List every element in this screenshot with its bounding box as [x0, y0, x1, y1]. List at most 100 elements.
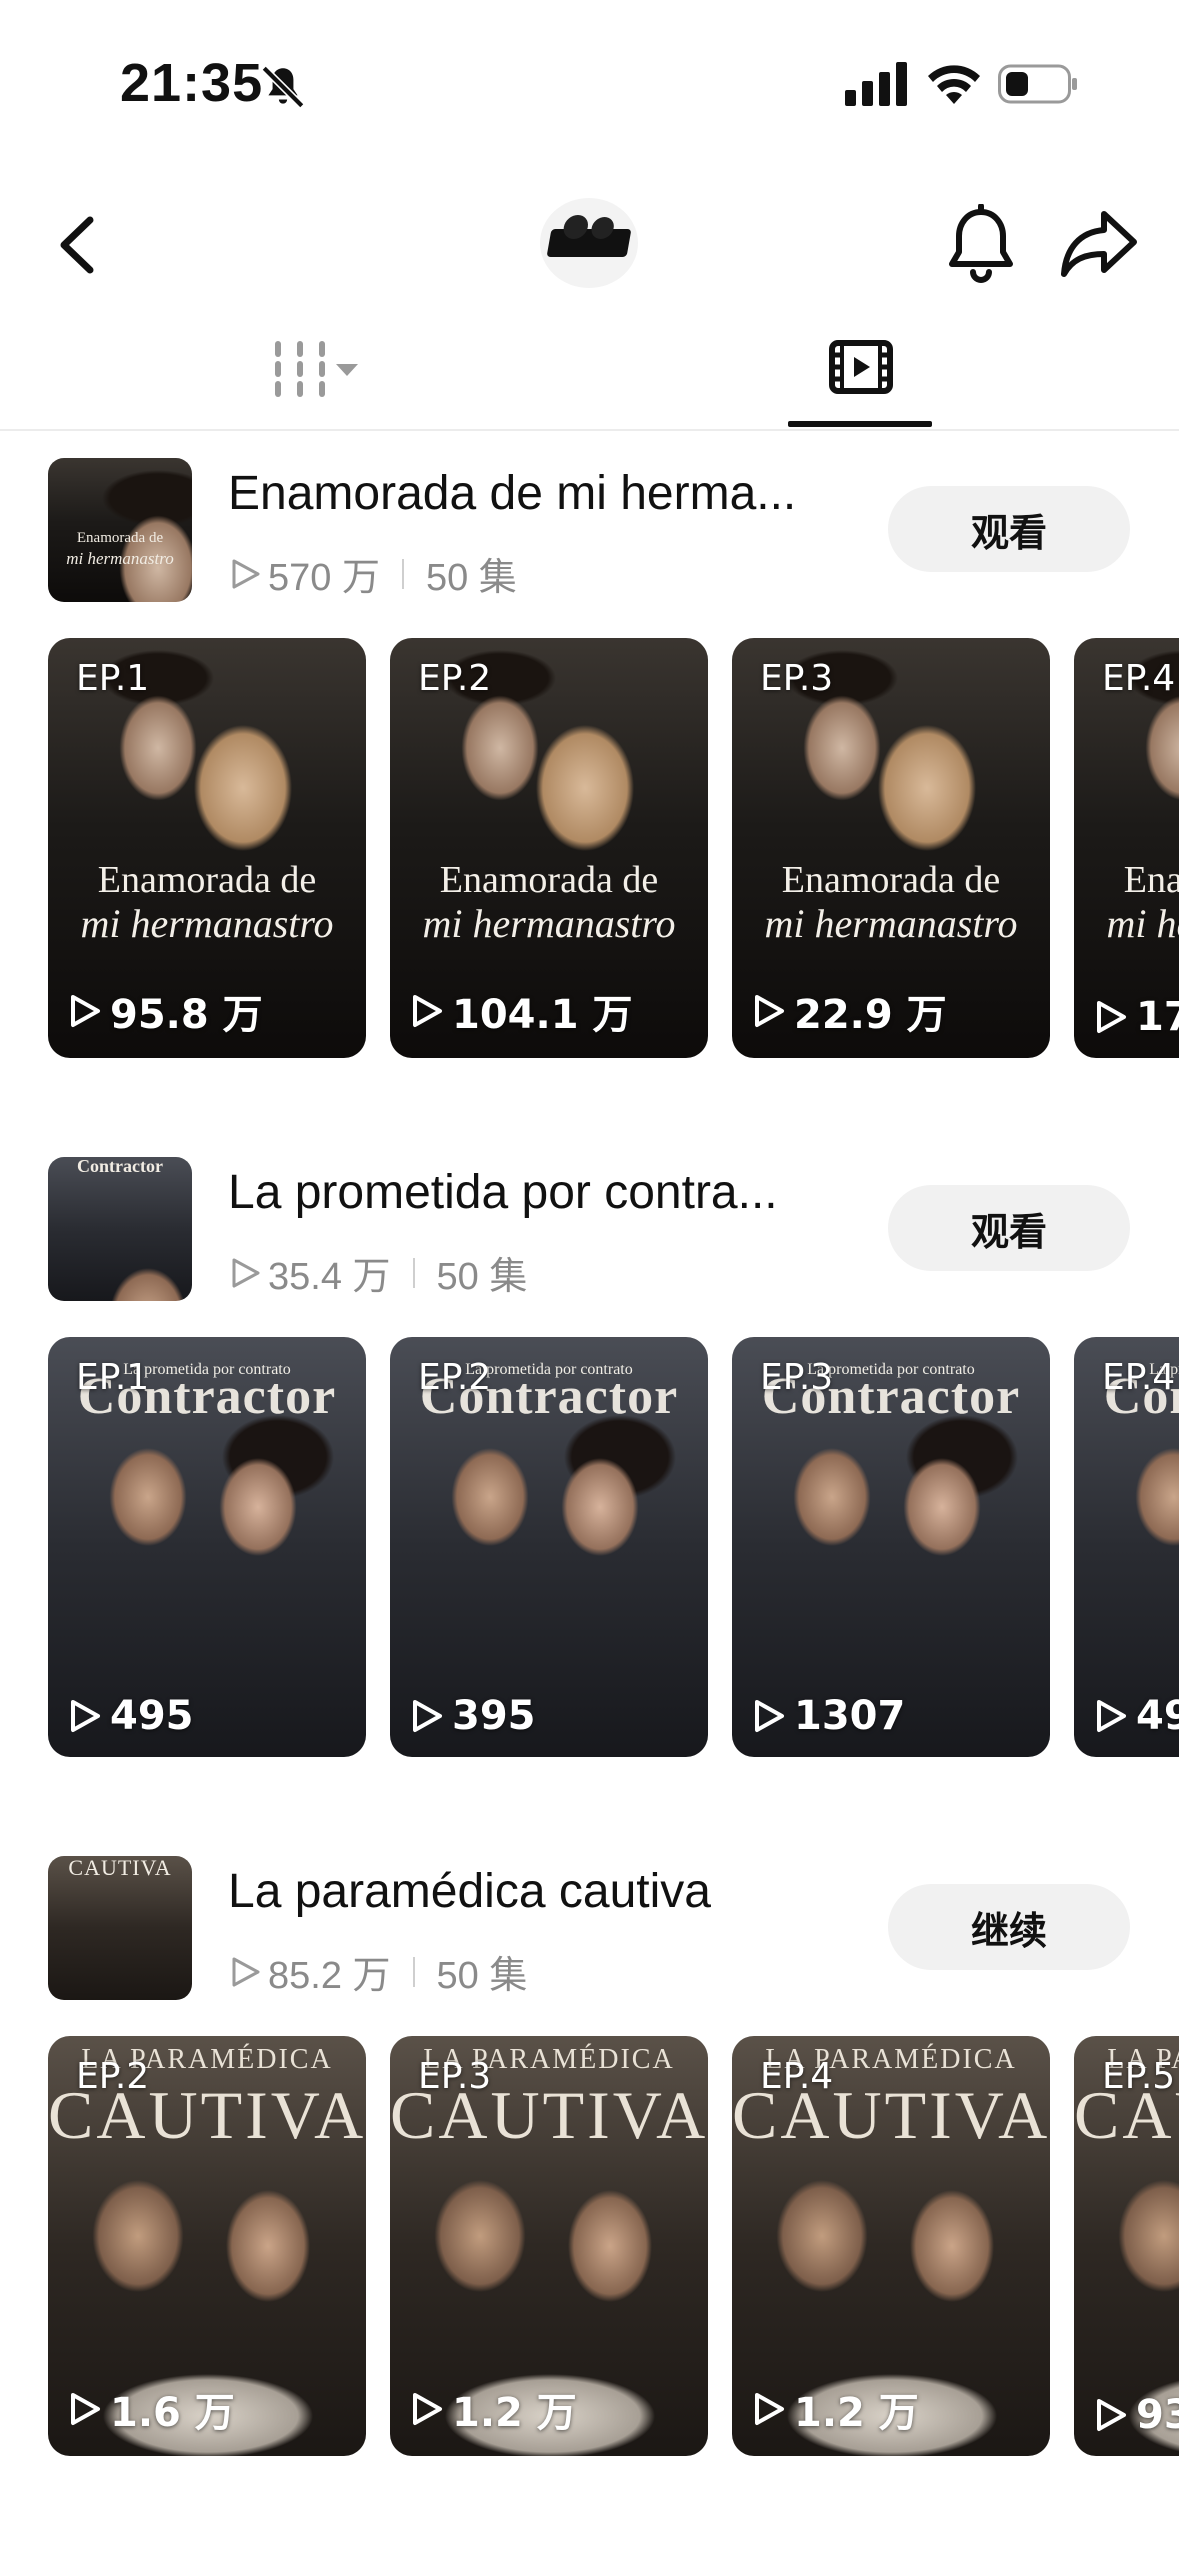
play-count: 570 万 [268, 557, 380, 599]
play-icon [1097, 1001, 1126, 1033]
episode-views: 1.2 万 [752, 2380, 919, 2438]
episode-views: 1307 [752, 1693, 905, 1739]
play-outline-icon [232, 559, 260, 588]
episode-views: 1.6 万 [68, 2380, 235, 2438]
poster-subtitle: mi hermanastro [764, 901, 1018, 946]
play-icon [71, 1700, 100, 1732]
series-header[interactable]: Contractor La prometida por contra... 35… [0, 1157, 1179, 1307]
play-icon [1097, 2399, 1126, 2431]
series-meta: 570 万 50 集 [228, 546, 517, 601]
play-outline-icon [232, 1258, 260, 1287]
watch-button[interactable]: 观看 [888, 486, 1130, 572]
episode-card[interactable]: LA PARAMÉDICA CAUTIVA EP.3 1.2 万 [390, 2036, 708, 2456]
play-icon [1097, 1700, 1126, 1732]
wifi-icon [928, 65, 980, 104]
app-logo [540, 198, 638, 288]
episode-row[interactable]: LA PARAMÉDICA CAUTIVA EP.2 1.6 万 LA PARA… [48, 2036, 1179, 2456]
episode-card[interactable]: LA PARAMÉDICA CAUTIVA EP.5 93 [1074, 2036, 1179, 2456]
series-meta: 35.4 万 50 集 [228, 1245, 527, 1300]
series-meta: 85.2 万 50 集 [228, 1944, 527, 1999]
episode-label: EP.1 [76, 1357, 150, 1398]
play-icon [413, 2393, 442, 2425]
episode-card[interactable]: LA PARAMÉDICA CAUTIVA EP.2 1.6 万 [48, 2036, 366, 2456]
episode-row[interactable]: La prometida por contrato Contractor EP.… [48, 1337, 1179, 1757]
episode-views: 95.8 万 [68, 982, 263, 1040]
signal-icon [845, 62, 907, 106]
episode-label: EP.1 [76, 658, 150, 699]
play-icon [755, 995, 784, 1027]
top-nav [0, 170, 1179, 310]
episode-label: EP.2 [418, 658, 492, 699]
episode-card[interactable]: La prometida por contrato Contractor EP.… [48, 1337, 366, 1757]
series-title[interactable]: La prometida por contra... [228, 1165, 848, 1220]
series-title[interactable]: La paramédica cautiva [228, 1864, 848, 1919]
status-time: 21:35 [120, 53, 264, 113]
episode-count: 50 集 [436, 1256, 528, 1298]
episode-card[interactable]: Enamorada de mi hermanastro EP.1 95.8 万 [48, 638, 366, 1058]
play-icon [71, 2393, 100, 2425]
episode-count: 50 集 [436, 1955, 528, 1997]
episode-card[interactable]: LA PARAMÉDICA CAUTIVA EP.4 1.2 万 [732, 2036, 1050, 2456]
episode-views: 104.1 万 [410, 982, 632, 1040]
episode-row[interactable]: Enamorada de mi hermanastro EP.1 95.8 万 … [48, 638, 1179, 1058]
episode-label: EP.4 [760, 2056, 834, 2097]
poster-subtitle: mi hermanastro [422, 901, 676, 946]
play-icon [413, 1700, 442, 1732]
episode-card[interactable]: La prometida por contrato Contractor EP.… [1074, 1337, 1179, 1757]
meta-divider [412, 1956, 415, 1987]
episode-count: 50 集 [425, 557, 517, 599]
active-tab-indicator [788, 421, 932, 427]
play-icon [413, 995, 442, 1027]
tab-video-icon[interactable] [828, 337, 894, 397]
poster-title: Enamorada de [1123, 859, 1179, 901]
episode-label: EP.3 [760, 1357, 834, 1398]
episode-label: EP.3 [418, 2056, 492, 2097]
play-icon [755, 1700, 784, 1732]
play-outline-icon [232, 1957, 260, 1986]
thumbnail-subtitle: mi hermanastro [66, 549, 174, 568]
episode-card[interactable]: La prometida por contrato Contractor EP.… [390, 1337, 708, 1757]
poster-title: Enamorada de [439, 859, 659, 901]
play-icon [71, 995, 100, 1027]
poster-title: Enamorada de [97, 859, 317, 901]
bell-icon[interactable] [945, 204, 1017, 284]
battery-icon [998, 64, 1077, 104]
poster-subtitle: mi hermanastro [1106, 901, 1179, 946]
series-thumbnail[interactable]: Enamorada de mi hermanastro [48, 458, 192, 602]
episode-views: 17 [1094, 994, 1179, 1040]
watch-button[interactable]: 观看 [888, 1185, 1130, 1271]
meta-divider [412, 1257, 415, 1288]
episode-card[interactable]: Enamorada de mi hermanastro EP.3 22.9 万 [732, 638, 1050, 1058]
play-count: 85.2 万 [268, 1955, 391, 1997]
episode-label: EP.4 [1102, 1357, 1176, 1398]
episode-views: 22.9 万 [752, 982, 947, 1040]
tab-bar [0, 315, 1179, 431]
thumbnail-title: Enamorada de [76, 530, 164, 546]
tab-grid-icon[interactable] [270, 340, 370, 400]
series-header[interactable]: CAUTIVA La paramédica cautiva 85.2 万 50 … [0, 1856, 1179, 2006]
play-count: 35.4 万 [268, 1256, 391, 1298]
play-icon [755, 2393, 784, 2425]
episode-card[interactable]: Enamorada de mi hermanastro EP.2 104.1 万 [390, 638, 708, 1058]
episode-card[interactable]: Enamorada de mi hermanastro EP.4 17 [1074, 638, 1179, 1058]
episode-label: EP.2 [418, 1357, 492, 1398]
episode-views: 495 [68, 1693, 194, 1739]
poster-subtitle: mi hermanastro [80, 901, 334, 946]
series-header[interactable]: Enamorada de mi hermanastro Enamorada de… [0, 458, 1179, 608]
episode-label: EP.4 [1102, 658, 1176, 699]
series-thumbnail[interactable]: Contractor [48, 1157, 192, 1301]
thumbnail-title: Contractor [77, 1157, 163, 1176]
episode-card[interactable]: La prometida por contrato Contractor EP.… [732, 1337, 1050, 1757]
share-icon[interactable] [1060, 208, 1138, 280]
poster-title: Enamorada de [781, 859, 1001, 901]
back-chevron-icon[interactable] [52, 210, 102, 280]
episode-views: 93 [1094, 2392, 1179, 2438]
series-title[interactable]: Enamorada de mi herma... [228, 466, 848, 521]
meta-divider [401, 558, 404, 589]
series-thumbnail[interactable]: CAUTIVA [48, 1856, 192, 2000]
bell-off-icon [261, 65, 305, 109]
episode-label: EP.3 [760, 658, 834, 699]
status-bar: 21:35 [0, 0, 1179, 170]
continue-button[interactable]: 继续 [888, 1884, 1130, 1970]
episode-views: 49 [1094, 1693, 1179, 1739]
